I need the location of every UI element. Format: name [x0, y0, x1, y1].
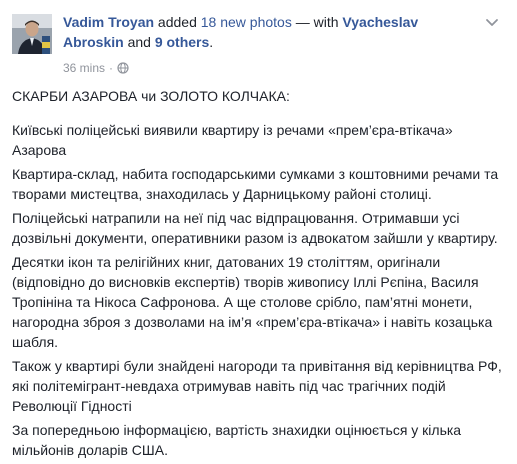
post-paragraph: Десятки ікон та релігійних книг, датован…	[12, 254, 493, 350]
photos-link[interactable]: 18 new photos	[201, 14, 292, 30]
header-period: .	[209, 34, 214, 50]
chevron-down-icon[interactable]	[484, 14, 500, 30]
post-body: СКАРБИ АЗАРОВА чи ЗОЛОТО КОЛЧАКА: Київсь…	[12, 86, 506, 464]
post-paragraph: За попередньою інформацією, вартість зна…	[12, 422, 462, 458]
post-title: СКАРБИ АЗАРОВА чи ЗОЛОТО КОЛЧАКА:	[12, 88, 290, 104]
post-paragraph: Поліцейські натрапили на неї під час від…	[12, 210, 498, 246]
action-text: added	[154, 14, 201, 30]
post-paragraph: Київські поліцейські виявили квартиру із…	[12, 122, 453, 158]
post-meta: 36 mins ·	[63, 60, 129, 76]
and-text: and	[123, 34, 155, 50]
timestamp-link[interactable]: 36 mins	[63, 60, 105, 76]
avatar[interactable]	[12, 14, 52, 54]
others-link[interactable]: 9 others	[155, 34, 209, 50]
avatar-photo	[12, 14, 52, 54]
feed-post: Vadim Troyan added 18 new photos — with …	[0, 0, 517, 458]
with-text: — with	[291, 14, 343, 30]
meta-separator: ·	[109, 61, 114, 75]
globe-icon[interactable]	[117, 62, 129, 74]
post-paragraph: Також у квартирі були знайдені нагороди …	[12, 358, 502, 414]
post-header: Vadim Troyan added 18 new photos — with …	[63, 12, 463, 52]
post-paragraph: Квартира-склад, набита господарськими су…	[12, 166, 499, 202]
author-name-link[interactable]: Vadim Troyan	[63, 14, 154, 30]
